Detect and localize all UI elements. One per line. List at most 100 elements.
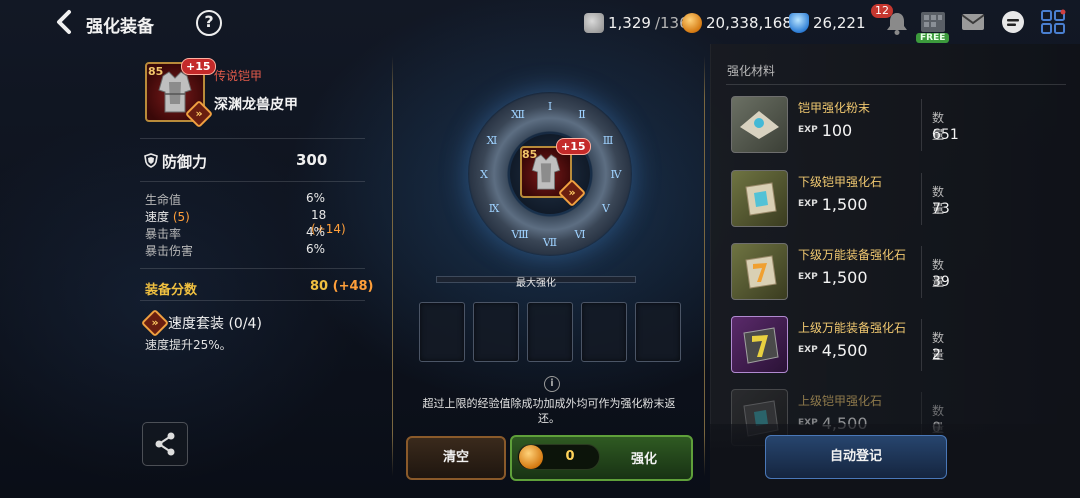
quantity-value: 2 — [932, 347, 941, 363]
page-title: 强化装备 — [86, 17, 154, 37]
substat-row: 暴击伤害 6% — [145, 242, 335, 259]
set-description: 速度提升25%。 — [145, 338, 232, 352]
stamina-value: 1,329 — [608, 14, 651, 32]
svg-text:Ⅰ: Ⅰ — [548, 100, 552, 113]
gold-value: 20,338,168 — [706, 14, 792, 32]
auto-register-button[interactable]: 自动登记 — [765, 435, 947, 479]
material-row[interactable]: 下级铠甲强化石 EXP 1,500 数量 73 — [726, 165, 950, 235]
lesser-armor-stone-icon — [731, 170, 788, 227]
notification-badge: 12 — [871, 4, 893, 18]
substat-value: 6% — [306, 191, 326, 205]
material-slot[interactable] — [419, 302, 465, 362]
substat-label-extra: (5) — [172, 210, 190, 224]
gem-resource[interactable]: 26,221 — [789, 13, 866, 33]
divider — [392, 56, 393, 476]
set-progress: (0/4) — [228, 316, 262, 332]
crystal-gem-icon — [789, 13, 809, 33]
substat-label: 暴击伤害 — [145, 244, 194, 258]
gold-resource[interactable]: 20,338,168 — [682, 13, 792, 33]
quantity-value: 651 — [932, 127, 959, 143]
material-name: 上级铠甲强化石 — [798, 394, 883, 408]
svg-text:Ⅺ: Ⅺ — [487, 134, 498, 147]
material-row[interactable]: 上级万能装备强化石 EXP 4,500 数量 2 — [726, 311, 944, 381]
enhance-level-badge: +15 — [181, 58, 216, 75]
help-icon[interactable]: ? — [196, 10, 222, 36]
material-slot[interactable] — [527, 302, 573, 362]
exp-icon: EXP — [798, 345, 818, 355]
chat-icon[interactable] — [1000, 9, 1026, 35]
share-button[interactable] — [142, 422, 188, 466]
item-name: 深渊龙兽皮甲 — [214, 97, 298, 113]
materials-title: 强化材料 — [727, 64, 776, 78]
gold-coin-icon — [682, 13, 702, 33]
gear-score-bonus: (+48) — [332, 279, 374, 294]
main-stat-value: 300 — [296, 151, 328, 169]
material-name: 铠甲强化粉末 — [798, 101, 871, 115]
material-exp: EXP4,500 — [798, 341, 868, 360]
exp-icon: EXP — [798, 199, 818, 209]
info-icon: i — [544, 376, 560, 392]
substat-label: 生命值 — [145, 193, 182, 207]
svg-text:Ⅱ: Ⅱ — [578, 108, 585, 121]
max-enhance-label: 最大强化 — [516, 278, 556, 289]
free-tag: FREE — [916, 33, 950, 43]
divider — [140, 138, 365, 139]
divider — [726, 84, 1066, 85]
exp-icon: EXP — [798, 125, 818, 135]
item-rarity: 传说铠甲 — [214, 69, 263, 83]
overflow-note: 超过上限的经验值除成功加成外均可作为强化粉末返还。 — [422, 397, 676, 425]
material-slot[interactable] — [581, 302, 627, 362]
shield-icon — [144, 153, 158, 168]
exp-icon: EXP — [798, 272, 818, 282]
divider — [704, 56, 705, 476]
divider — [921, 99, 922, 151]
material-name: 上级万能装备强化石 — [798, 321, 907, 335]
divider — [140, 181, 365, 182]
substat-value: 4% — [306, 225, 326, 239]
substat-value: 18 — [311, 208, 327, 222]
material-exp: EXP 1,500 — [798, 268, 868, 287]
back-arrow-icon[interactable] — [52, 9, 78, 35]
svg-text:Ⅸ: Ⅸ — [489, 202, 500, 215]
divider — [140, 268, 365, 269]
quantity-value: 39 — [932, 274, 950, 290]
armor-powder-icon — [731, 96, 788, 153]
stamina-resource[interactable]: 1,329/136 — [584, 13, 689, 33]
svg-text:Ⅻ: Ⅻ — [511, 108, 525, 121]
divider — [140, 300, 365, 301]
svg-text:Ⅶ: Ⅶ — [542, 236, 557, 249]
lesser-universal-stone-icon — [731, 243, 788, 300]
svg-text:Ⅹ: Ⅹ — [480, 168, 488, 181]
svg-text:Ⅵ: Ⅵ — [573, 228, 585, 241]
material-slot[interactable] — [473, 302, 519, 362]
main-stat-label: 防御力 — [162, 153, 208, 171]
equipment-level: 85 — [148, 65, 164, 78]
share-icon — [155, 432, 175, 456]
gear-score-value: 80 (+48) — [310, 279, 374, 294]
substat-row: 速度 (5) 18 (+14) — [145, 208, 346, 236]
enhance-level-badge: +15 — [556, 138, 591, 155]
material-row[interactable]: 铠甲强化粉末 EXP 100 数量 651 — [726, 91, 959, 161]
divider — [921, 173, 922, 225]
svg-text:Ⅷ: Ⅷ — [510, 228, 528, 241]
equipment-level: 85 — [522, 148, 538, 161]
svg-text:Ⅴ: Ⅴ — [601, 202, 611, 215]
shop-icon[interactable] — [916, 6, 950, 36]
divider — [921, 246, 922, 298]
menu-grid-icon[interactable] — [1040, 9, 1066, 35]
material-row[interactable]: 下级万能装备强化石 EXP 1,500 数量 39 — [726, 238, 950, 308]
substat-value: 6% — [306, 242, 326, 256]
substat-row: 暴击率 4% — [145, 225, 335, 242]
svg-text:Ⅳ: Ⅳ — [611, 168, 623, 181]
svg-text:Ⅲ: Ⅲ — [603, 134, 614, 147]
set-name: 速度套装 (0/4) — [168, 316, 262, 332]
divider — [921, 319, 922, 371]
material-slot[interactable] — [635, 302, 681, 362]
material-name: 下级万能装备强化石 — [798, 248, 907, 262]
enhance-label[interactable]: 强化 — [604, 448, 684, 467]
clear-button[interactable]: 清空 — [406, 436, 506, 480]
top-bar: 强化装备 ? 1,329/136 20,338,168 26,221 12 FR… — [0, 0, 1080, 44]
gem-value: 26,221 — [813, 14, 866, 32]
mail-icon[interactable] — [961, 13, 985, 31]
substat-label: 速度 — [145, 210, 170, 224]
